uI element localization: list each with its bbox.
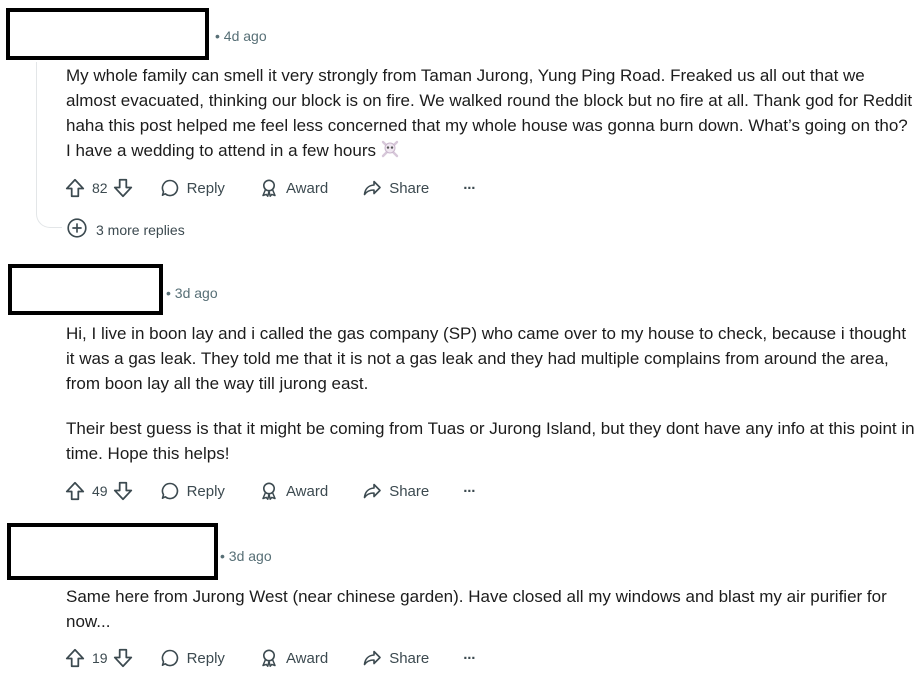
- redacted-username: [7, 523, 218, 580]
- comment-paragraph: Hi, I live in boon lay and i called the …: [66, 324, 907, 393]
- share-arrow-icon: [362, 648, 382, 668]
- vote-count: 82: [92, 180, 108, 196]
- award-label: Award: [285, 179, 329, 197]
- comment-body: Same here from Jurong West (near chinese…: [66, 584, 916, 634]
- comment-paragraph: Their best guess is that it might be com…: [66, 419, 915, 463]
- skull-crossbones-emoji: [380, 139, 400, 166]
- reply-button[interactable]: Reply: [160, 178, 225, 198]
- award-button[interactable]: Award: [259, 481, 328, 501]
- ellipsis-icon: ···: [463, 649, 476, 667]
- more-replies-button[interactable]: 3 more replies: [66, 217, 185, 242]
- more-options-button[interactable]: ···: [463, 649, 476, 667]
- upvote-icon[interactable]: [64, 480, 86, 502]
- award-label: Award: [285, 649, 329, 667]
- downvote-button[interactable]: [112, 647, 134, 669]
- share-arrow-icon: [362, 481, 382, 501]
- ellipsis-icon: ···: [463, 482, 476, 500]
- upvote-button[interactable]: [64, 177, 86, 199]
- downvote-button[interactable]: [112, 177, 134, 199]
- comment-bubble-icon: [160, 648, 180, 668]
- upvote-button[interactable]: [64, 647, 86, 669]
- thread-line: [36, 62, 37, 204]
- more-replies-label: 3 more replies: [96, 221, 185, 238]
- reply-label: Reply: [186, 482, 225, 500]
- upvote-icon[interactable]: [64, 177, 86, 199]
- downvote-icon[interactable]: [112, 647, 134, 669]
- share-button[interactable]: Share: [362, 178, 429, 198]
- downvote-icon[interactable]: [112, 177, 134, 199]
- more-options-button[interactable]: ···: [463, 482, 476, 500]
- comment-actions: 82 Reply Award Share ···: [64, 174, 476, 202]
- downvote-button[interactable]: [112, 480, 134, 502]
- share-label: Share: [389, 179, 430, 197]
- award-button[interactable]: Award: [259, 178, 328, 198]
- comment-paragraph: My whole family can smell it very strong…: [66, 66, 913, 160]
- share-arrow-icon: [362, 178, 382, 198]
- vote-count: 49: [92, 483, 108, 499]
- downvote-icon[interactable]: [112, 480, 134, 502]
- share-button[interactable]: Share: [362, 648, 429, 668]
- redacted-username: [8, 264, 163, 315]
- comment-body: My whole family can smell it very strong…: [66, 63, 916, 166]
- vote-count: 19: [92, 650, 108, 666]
- comment-paragraph: Same here from Jurong West (near chinese…: [66, 587, 887, 631]
- comment-body: Hi, I live in boon lay and i called the …: [66, 321, 916, 466]
- reply-label: Reply: [186, 649, 225, 667]
- redacted-username: [6, 8, 209, 60]
- award-button[interactable]: Award: [259, 648, 328, 668]
- award-ribbon-icon: [259, 178, 279, 198]
- comment-timestamp: • 3d ago: [220, 548, 272, 564]
- ellipsis-icon: ···: [463, 179, 476, 197]
- award-ribbon-icon: [259, 481, 279, 501]
- share-label: Share: [389, 482, 430, 500]
- reply-label: Reply: [186, 179, 225, 197]
- award-label: Award: [285, 482, 329, 500]
- more-options-button[interactable]: ···: [463, 179, 476, 197]
- share-button[interactable]: Share: [362, 481, 429, 501]
- comment-actions: 19 Reply Award Share ···: [64, 644, 476, 672]
- comment-timestamp: • 3d ago: [166, 285, 218, 301]
- comment-bubble-icon: [160, 178, 180, 198]
- upvote-button[interactable]: [64, 480, 86, 502]
- comment-bubble-icon: [160, 481, 180, 501]
- award-ribbon-icon: [259, 648, 279, 668]
- reply-button[interactable]: Reply: [160, 481, 225, 501]
- share-label: Share: [389, 649, 430, 667]
- comment-timestamp: • 4d ago: [215, 28, 267, 44]
- reply-button[interactable]: Reply: [160, 648, 225, 668]
- comment-actions: 49 Reply Award Share ···: [64, 477, 476, 505]
- thread-connector: [36, 204, 62, 228]
- plus-circle-icon[interactable]: [66, 217, 88, 242]
- upvote-icon[interactable]: [64, 647, 86, 669]
